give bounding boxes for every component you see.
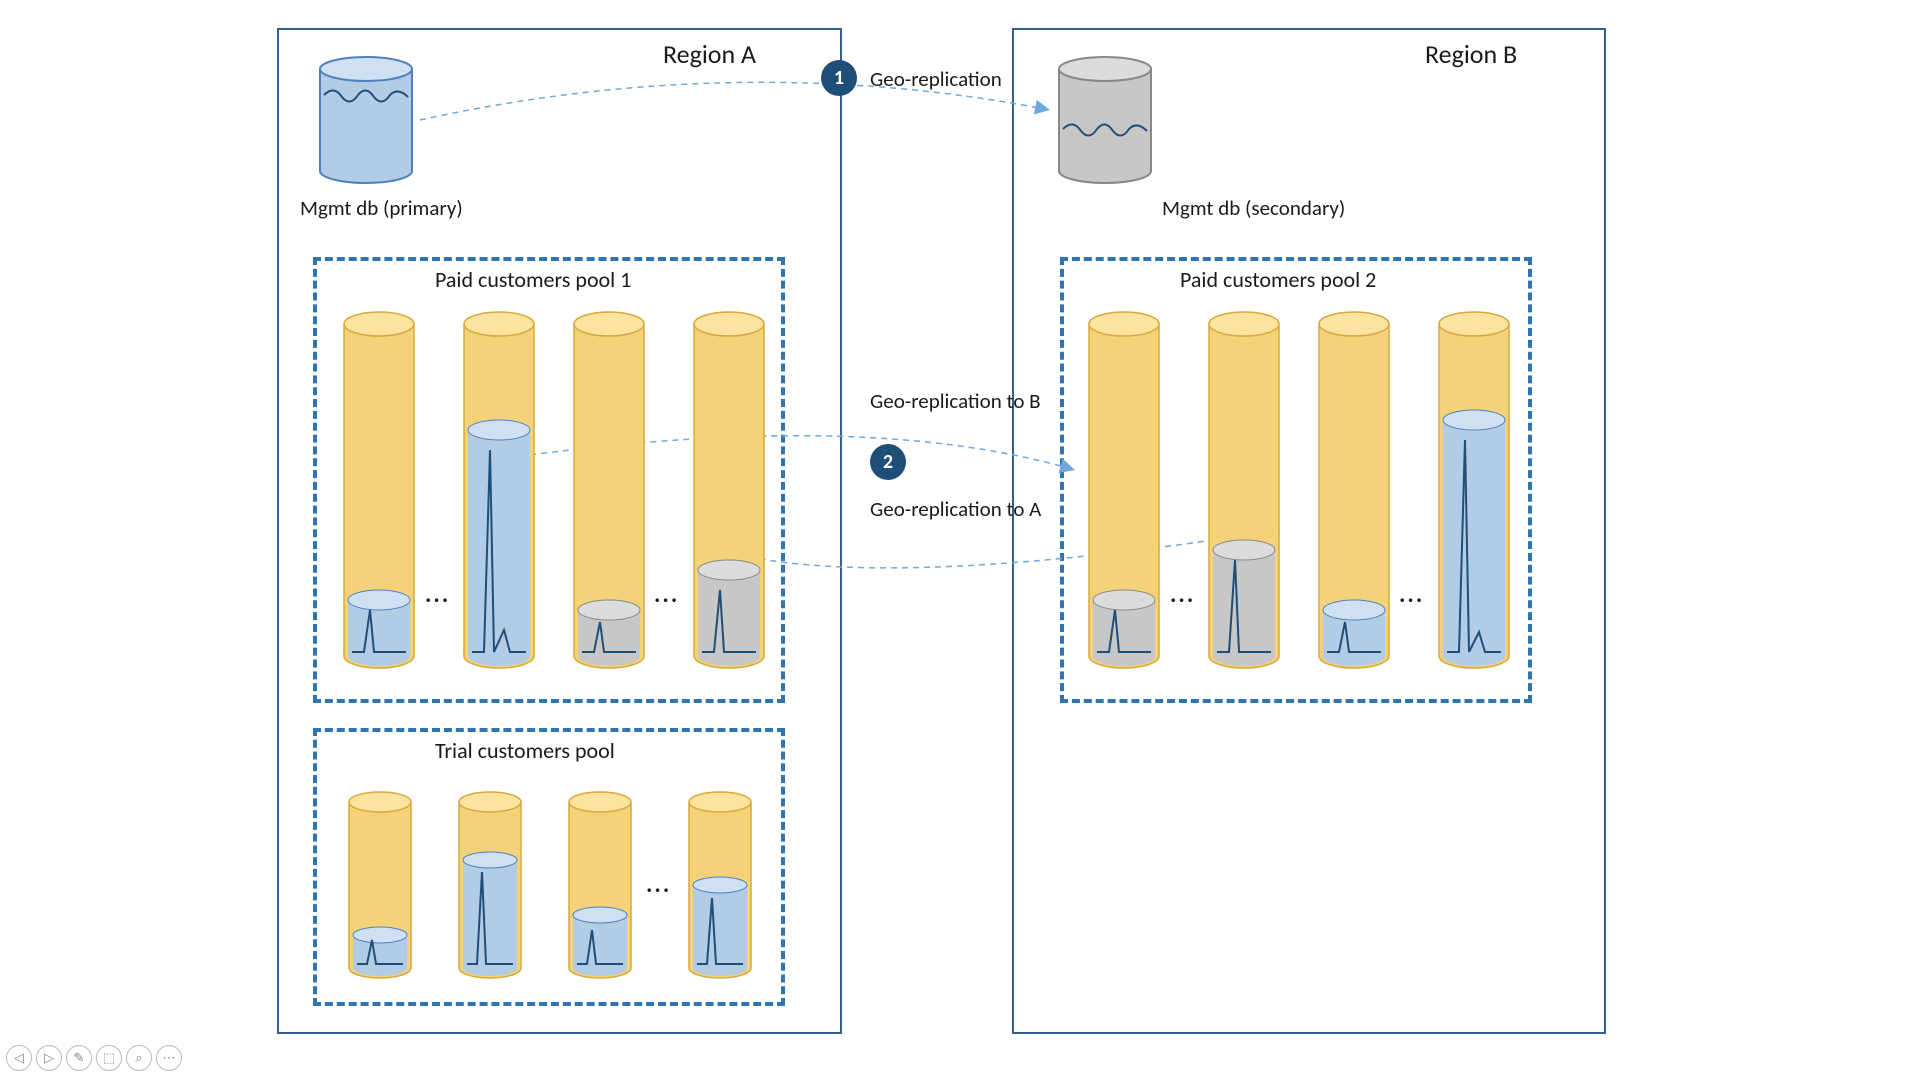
geo-replication-to-a-label: Geo-replication to A	[870, 496, 1041, 522]
geo-replication-label: Geo-replication	[870, 66, 1002, 92]
eraser-button[interactable]: ⬚	[96, 1045, 122, 1071]
pool1-dots-2: ...	[654, 580, 679, 609]
diagram-canvas: Region A Region B Mgmt db (primary) Mgmt…	[0, 0, 1915, 1077]
next-slide-button[interactable]: ▷	[36, 1045, 62, 1071]
pool2-tube-2	[1205, 310, 1283, 670]
mgmt-db-primary-icon	[316, 55, 416, 185]
badge-1: 1	[821, 60, 857, 96]
trial-tube-4	[685, 790, 755, 980]
geo-replication-to-b-label: Geo-replication to B	[870, 388, 1041, 414]
badge-2: 2	[870, 444, 906, 480]
pool2-dots-1: ...	[1170, 580, 1195, 609]
prev-slide-button[interactable]: ◁	[6, 1045, 32, 1071]
trial-tube-3	[565, 790, 635, 980]
viewer-toolbar: ◁ ▷ ✎ ⬚ ⌕ ⋯	[6, 1045, 182, 1071]
more-button[interactable]: ⋯	[156, 1045, 182, 1071]
trial-pool-label: Trial customers pool	[435, 737, 615, 764]
trial-tube-2	[455, 790, 525, 980]
mgmt-db-primary-label: Mgmt db (primary)	[300, 195, 463, 221]
pool1-tube-4	[690, 310, 768, 670]
region-b-title: Region B	[1425, 38, 1517, 70]
pool2-dots-2: ...	[1399, 580, 1424, 609]
pool1-tube-2	[460, 310, 538, 670]
region-a-title: Region A	[663, 38, 756, 70]
pool2-tube-4	[1435, 310, 1513, 670]
pool1-dots-1: ...	[425, 580, 450, 609]
mgmt-db-secondary-label: Mgmt db (secondary)	[1162, 195, 1345, 221]
trial-tube-1	[345, 790, 415, 980]
pen-button[interactable]: ✎	[66, 1045, 92, 1071]
paid-pool-2-label: Paid customers pool 2	[1180, 266, 1376, 293]
mgmt-db-secondary-icon	[1055, 55, 1155, 185]
pool2-tube-3	[1315, 310, 1393, 670]
trial-dots: ...	[646, 870, 671, 899]
pool2-tube-1	[1085, 310, 1163, 670]
paid-pool-1-label: Paid customers pool 1	[435, 266, 631, 293]
zoom-button[interactable]: ⌕	[126, 1045, 152, 1071]
pool1-tube-1	[340, 310, 418, 670]
pool1-tube-3	[570, 310, 648, 670]
